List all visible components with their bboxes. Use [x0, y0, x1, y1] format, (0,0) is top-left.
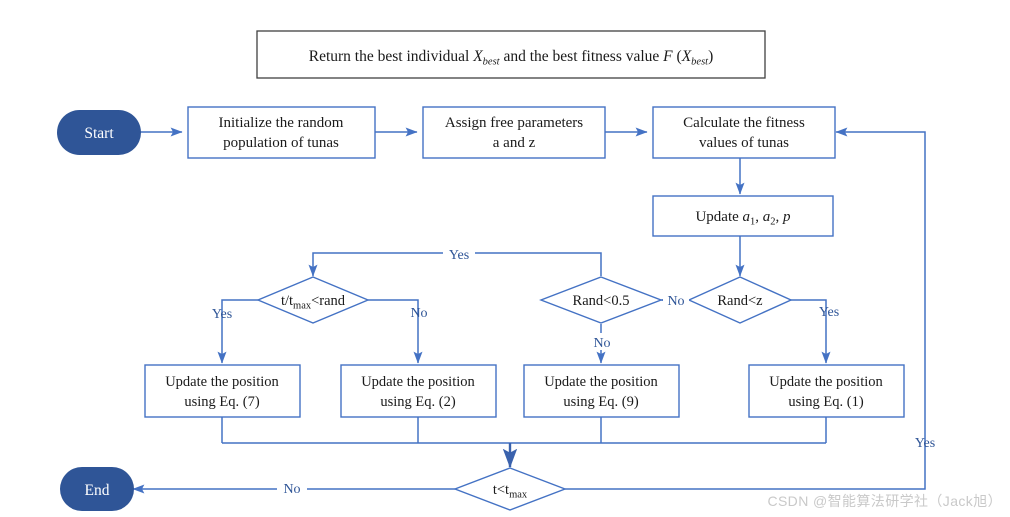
flowchart-svg: Return the best individual Xbest and the…: [57, 30, 935, 511]
node-decision-ttmax-lt-rand-label: t/tmax<rand: [281, 293, 346, 312]
node-init-line1: Initialize the random: [219, 115, 344, 131]
edge-label-randz-no-fg: No: [667, 294, 684, 309]
edge-label-loop-yes: Yes: [915, 436, 935, 451]
edge-label-t-no: No: [283, 482, 300, 497]
node-assign-line2: a and z: [493, 135, 536, 151]
flowchart-canvas: Return the best individual Xbest and the…: [0, 0, 1010, 517]
edge-label-rand05-yes: Yes: [449, 248, 469, 263]
edge-label-ttmax-yes: Yes: [212, 307, 232, 322]
node-init-line2: population of tunas: [223, 135, 339, 151]
node-decision-rand-lt-z-label: Rand<z: [717, 293, 763, 309]
node-update-eq2-line1: Update the position: [361, 374, 475, 390]
node-update-eq7-line2: using Eq. (7): [184, 394, 259, 410]
node-end-label: End: [85, 482, 110, 499]
node-update-eq9-line2: using Eq. (9): [563, 394, 638, 410]
return-box-text: Return the best individual Xbest and the…: [309, 48, 714, 68]
edge-label-rand05-no: No: [593, 336, 610, 351]
node-assign-line1: Assign free parameters: [445, 115, 583, 131]
node-update-eq1-line1: Update the position: [769, 374, 883, 390]
node-update-eq1-line2: using Eq. (1): [788, 394, 863, 410]
node-start-label: Start: [84, 125, 114, 142]
edge-label-ttmax-no: No: [410, 306, 427, 321]
node-update-eq9-line1: Update the position: [544, 374, 658, 390]
node-update-eq7-line1: Update the position: [165, 374, 279, 390]
watermark: CSDN @智能算法研学社（Jack旭）: [767, 493, 1002, 509]
edge-label-randz-yes: Yes: [819, 305, 839, 320]
node-decision-rand-lt-half-label: Rand<0.5: [573, 293, 630, 309]
node-update-eq2-line2: using Eq. (2): [380, 394, 455, 410]
node-update-params-label: Update a1, a2, p: [695, 209, 791, 228]
node-calculate-line2: values of tunas: [699, 135, 789, 151]
node-calculate-line1: Calculate the fitness: [683, 115, 805, 131]
